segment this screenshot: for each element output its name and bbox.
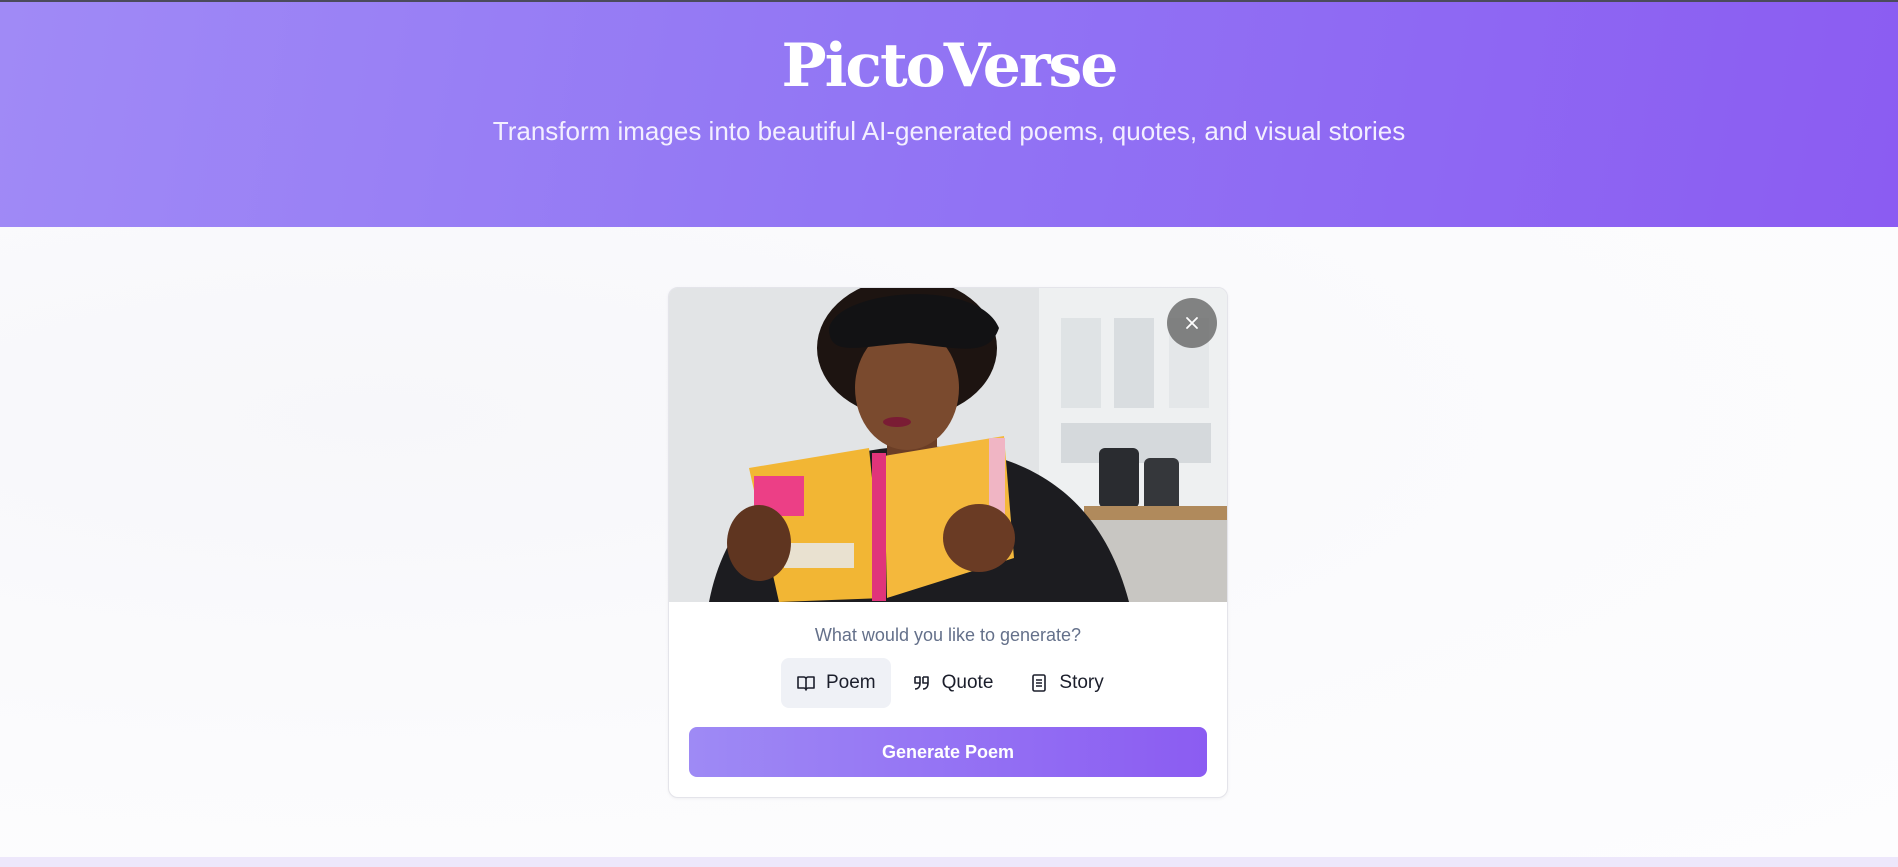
quote-icon <box>912 673 932 693</box>
output-type-selector: Poem Quote Story <box>781 658 1119 708</box>
book-open-icon <box>796 673 816 693</box>
type-poem-label: Poem <box>826 672 876 693</box>
app-tagline: Transform images into beautiful AI-gener… <box>492 116 1406 146</box>
type-story-button[interactable]: Story <box>1014 658 1118 708</box>
type-poem-button[interactable]: Poem <box>781 658 891 708</box>
generate-button[interactable]: Generate Poem <box>689 727 1207 777</box>
generate-prompt: What would you like to generate? <box>814 625 1082 645</box>
hero-banner: PictoVerse Transform images into beautif… <box>0 2 1898 227</box>
type-story-label: Story <box>1059 672 1104 693</box>
upload-card: What would you like to generate? Poem Qu… <box>668 287 1228 798</box>
app-title: PictoVerse <box>781 31 1119 101</box>
uploaded-image <box>669 288 1227 602</box>
remove-image-button[interactable] <box>1167 298 1217 348</box>
type-quote-button[interactable]: Quote <box>897 658 1009 708</box>
document-icon <box>1029 673 1049 693</box>
type-quote-label: Quote <box>941 672 994 693</box>
close-icon <box>1184 315 1200 331</box>
bottom-strip <box>0 857 1898 867</box>
